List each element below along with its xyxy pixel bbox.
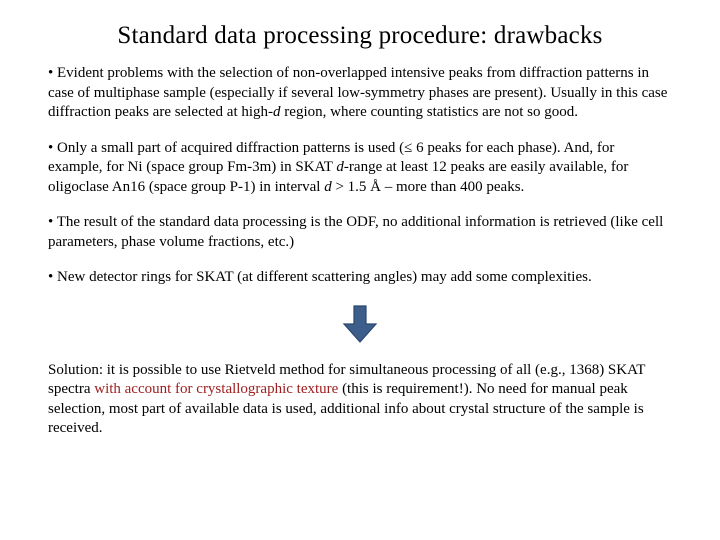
text: > 1.5 Å – more than 400 peaks. (332, 179, 525, 195)
bullet-2: • Only a small part of acquired diffract… (48, 139, 672, 198)
down-arrow-icon (340, 302, 380, 346)
bullet-4: • New detector rings for SKAT (at differ… (48, 268, 672, 288)
text: region, where counting statistics are no… (281, 104, 578, 120)
bullet-1: • Evident problems with the selection of… (48, 64, 672, 123)
italic-d: d (324, 179, 332, 195)
slide: Standard data processing procedure: draw… (0, 0, 720, 467)
page-title: Standard data processing procedure: draw… (48, 22, 672, 50)
highlight-red: with account for crystallographic textur… (94, 381, 338, 397)
solution-paragraph: Solution: it is possible to use Rietveld… (48, 361, 672, 439)
arrow-container (48, 302, 672, 351)
bullet-3: • The result of the standard data proces… (48, 213, 672, 252)
italic-d: d (273, 104, 281, 120)
italic-d: d (336, 159, 344, 175)
